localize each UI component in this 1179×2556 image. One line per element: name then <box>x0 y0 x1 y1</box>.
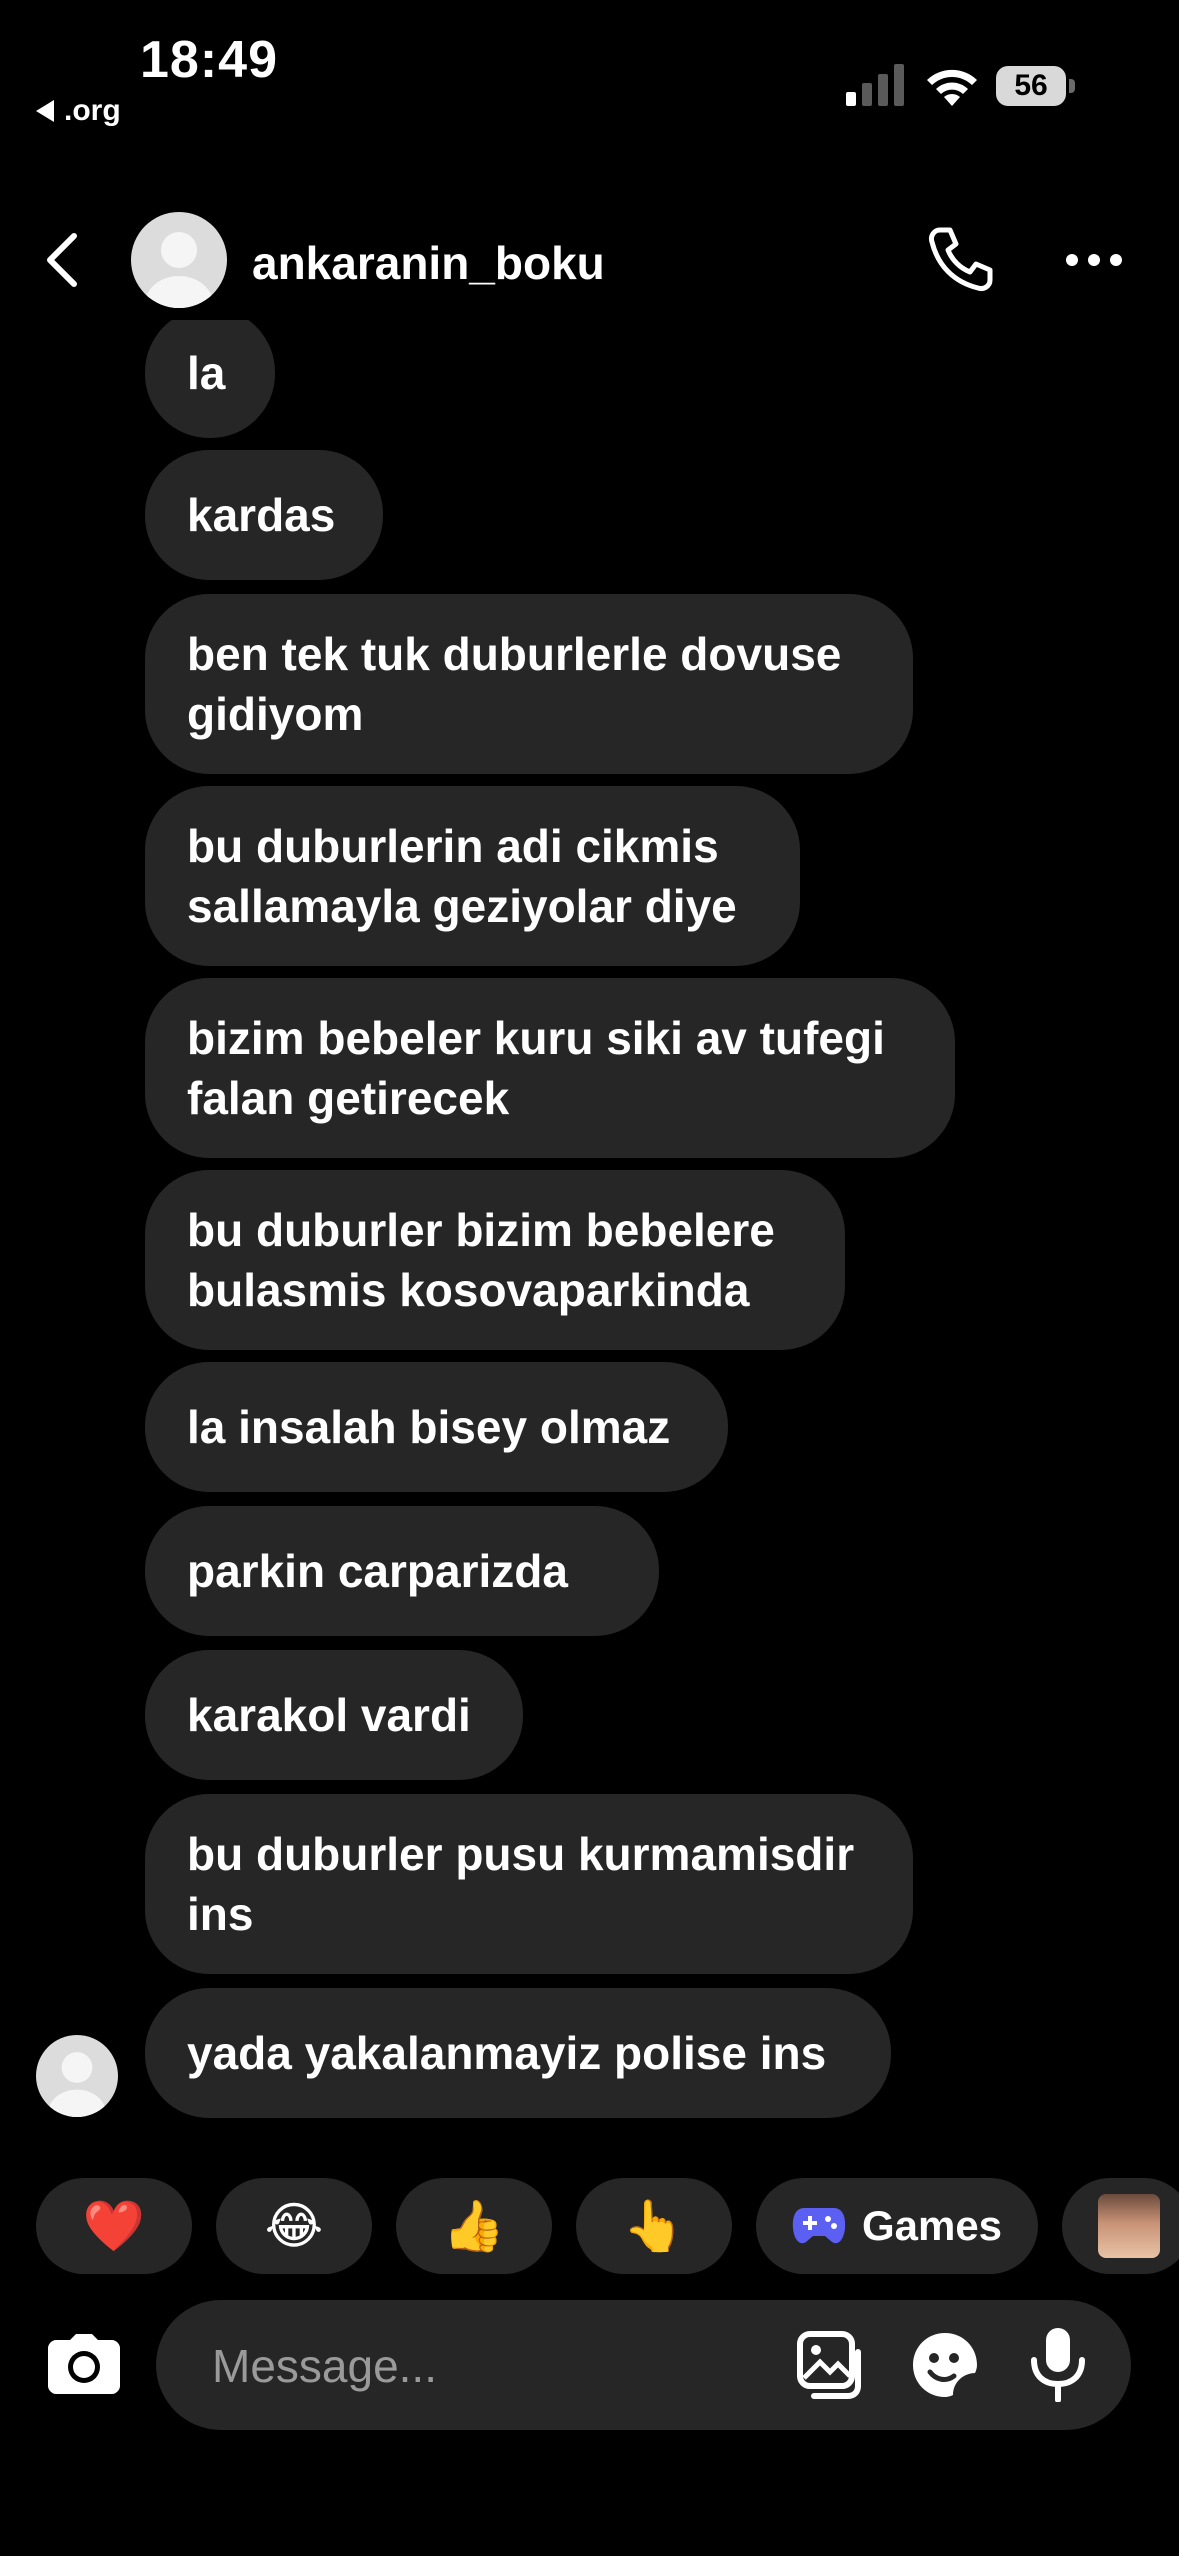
message-bubble[interactable]: bu duburler pusu kurmamisdir ins <box>145 1794 913 1974</box>
message-bubble[interactable]: parkin carparizda <box>145 1506 659 1636</box>
contact-avatar[interactable] <box>131 212 227 308</box>
games-button[interactable]: Games <box>756 2178 1038 2274</box>
message-bubble[interactable]: bizim bebeler kuru siki av tufegi falan … <box>145 978 955 1158</box>
more-options-icon[interactable] <box>1064 252 1124 268</box>
sender-avatar[interactable] <box>36 2035 118 2117</box>
message-list[interactable]: la kardas ben tek tuk duburlerle dovuse … <box>0 320 1179 2120</box>
back-app-label: .org <box>64 94 121 127</box>
message-bubble[interactable]: karakol vardi <box>145 1650 523 1780</box>
chat-header: ankaranin_boku <box>0 200 1179 320</box>
reaction-point-up[interactable]: 👆 <box>576 2178 732 2274</box>
wifi-icon <box>927 69 977 106</box>
default-avatar-icon <box>145 232 213 308</box>
battery-icon: 56 <box>996 66 1076 106</box>
message-bubble[interactable]: kardas <box>145 450 383 580</box>
reaction-laugh[interactable]: 😂 <box>216 2178 372 2274</box>
reaction-heart[interactable]: ❤️ <box>36 2178 192 2274</box>
cellular-signal-icon <box>846 64 904 106</box>
message-bubble[interactable]: bu duburler bizim bebelere bulasmis koso… <box>145 1170 845 1350</box>
message-composer[interactable] <box>156 2300 1131 2430</box>
message-bubble[interactable]: bu duburlerin adi cikmis sallamayla gezi… <box>145 786 800 966</box>
back-to-app-link[interactable]: .org <box>36 94 121 128</box>
gallery-icon[interactable] <box>796 2330 864 2400</box>
battery-level: 56 <box>996 66 1066 106</box>
photo-suggestion-chip[interactable] <box>1062 2178 1179 2274</box>
heart-emoji: ❤️ <box>82 2197 146 2254</box>
message-bubble[interactable]: la insalah bisey olmaz <box>145 1362 728 1492</box>
quick-reactions-bar[interactable]: ❤️ 😂 👍 👆 Games <box>0 2178 1179 2274</box>
games-label: Games <box>861 2202 1003 2249</box>
default-avatar-icon <box>47 2052 107 2117</box>
contact-username[interactable]: ankaranin_boku <box>252 236 605 290</box>
back-chevron-icon[interactable] <box>42 232 82 288</box>
status-time: 18:49 <box>140 31 278 89</box>
gamepad-icon <box>792 2208 846 2244</box>
back-triangle-icon <box>36 100 54 122</box>
phone-call-icon[interactable] <box>926 224 996 294</box>
message-bubble[interactable]: la <box>145 320 275 438</box>
message-bubble[interactable]: ben tek tuk duburlerle dovuse gidiyom <box>145 594 913 774</box>
sticker-icon[interactable] <box>910 2330 980 2400</box>
thumbs-up-emoji: 👍 <box>442 2197 506 2254</box>
reaction-thumbs-up[interactable]: 👍 <box>396 2178 552 2274</box>
microphone-icon[interactable] <box>1028 2326 1088 2402</box>
laughing-emoji: 😂 <box>264 2198 324 2254</box>
status-bar: 18:49 .org 56 <box>0 0 1179 140</box>
message-input[interactable] <box>210 2335 814 2397</box>
message-bubble[interactable]: yada yakalanmayiz polise ins <box>145 1988 891 2118</box>
camera-icon[interactable] <box>48 2334 120 2394</box>
point-up-emoji: 👆 <box>622 2197 686 2254</box>
face-thumbnail <box>1098 2194 1160 2258</box>
